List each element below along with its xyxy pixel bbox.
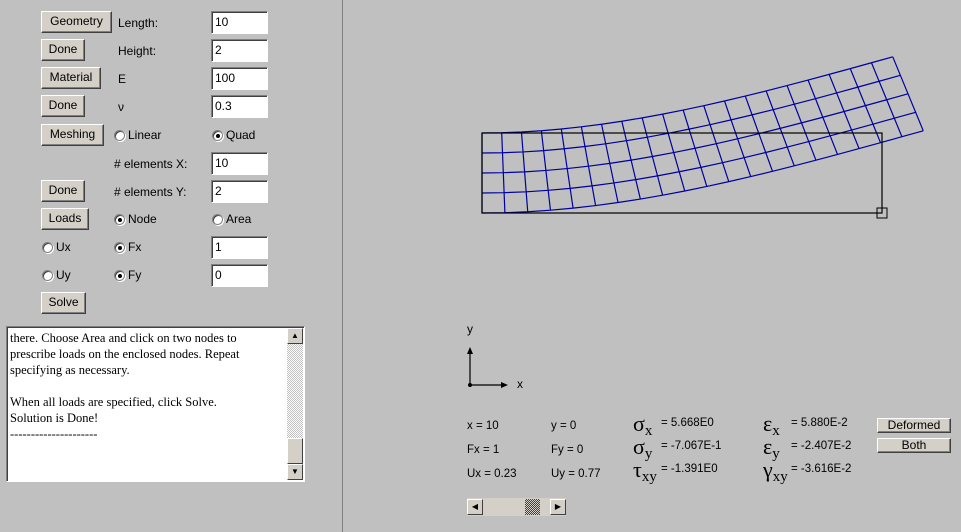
mesh-column-line: [600, 124, 619, 203]
slider-right-button[interactable]: ▶: [550, 499, 566, 515]
axis-y-label: y: [467, 322, 473, 336]
eps-y-value: = -2.407E-2: [791, 440, 852, 452]
y-axis-arrowhead: [467, 347, 473, 354]
result-uy: Uy = 0.77: [551, 468, 601, 480]
result-fy: Fy = 0: [551, 444, 584, 456]
mesh-row-line: [481, 74, 901, 154]
tau-xy-symbol: τxy: [633, 457, 657, 485]
mesh-column-line: [892, 56, 924, 132]
gamma-xy-value: = -3.616E-2: [791, 463, 852, 475]
mesh-column-line: [682, 109, 708, 187]
mesh-column-line: [662, 113, 686, 192]
mesh-column-line: [786, 85, 817, 161]
eps-x-value: = 5.880E-2: [791, 417, 848, 429]
slider-left-button[interactable]: ◀: [467, 499, 483, 515]
mesh-column-line: [849, 68, 882, 143]
result-fx: Fx = 1: [467, 444, 500, 456]
sigma-y-value: = -7.067E-1: [661, 440, 722, 452]
axis-x-label: x: [517, 377, 523, 391]
mesh-column-line: [744, 95, 774, 172]
deformed-mesh: [481, 56, 924, 214]
sigma-x-value: = 5.668E0: [661, 417, 714, 429]
result-x: x = 10: [467, 420, 499, 432]
axis-triad: [467, 347, 508, 388]
mesh-column-line: [641, 117, 664, 196]
mesh-column-line: [703, 105, 730, 182]
mesh-column-line: [870, 62, 903, 137]
gamma-xy-symbol: γxy: [763, 457, 788, 485]
deformed-button[interactable]: Deformed: [877, 418, 951, 433]
mesh-column-line: [807, 79, 839, 155]
both-button[interactable]: Both: [877, 438, 951, 453]
mesh-column-line: [765, 90, 795, 167]
scale-slider[interactable]: ◀ ▶: [467, 498, 566, 516]
undeformed-outline: [481, 132, 883, 214]
origin-dot: [468, 383, 472, 387]
result-y: y = 0: [551, 420, 577, 432]
x-axis-arrowhead: [501, 382, 508, 388]
mesh-column-line: [828, 74, 860, 149]
mesh-column-line: [723, 100, 752, 177]
result-ux: Ux = 0.23: [467, 468, 517, 480]
slider-thumb[interactable]: [524, 499, 540, 515]
tau-xy-value: = -1.391E0: [661, 463, 718, 475]
